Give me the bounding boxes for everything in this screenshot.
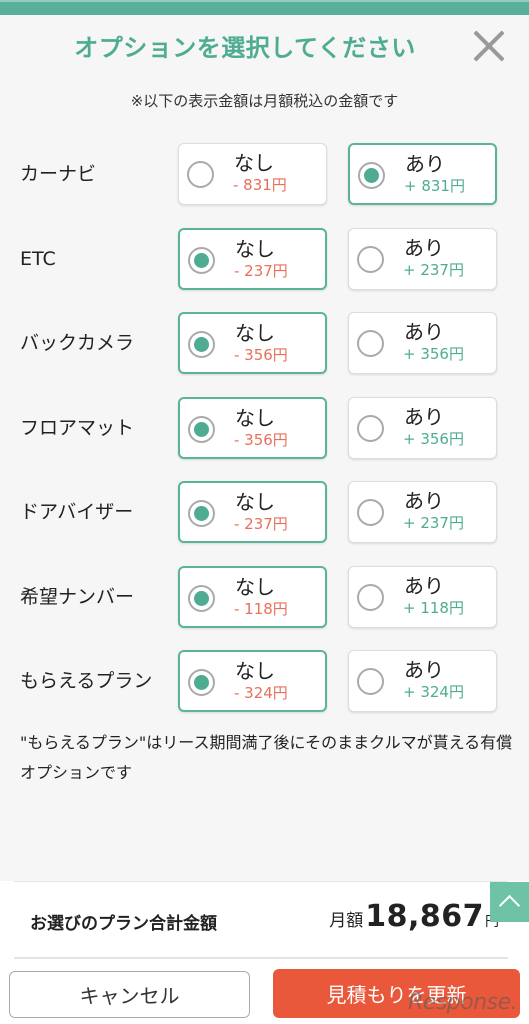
radio-unchecked-icon[interactable] bbox=[357, 246, 384, 273]
option-row: カーナビ なし - 831円 あり + 831円 bbox=[0, 143, 529, 205]
choice-price: + 324円 bbox=[403, 683, 464, 701]
choice-none[interactable]: なし - 237円 bbox=[178, 481, 327, 543]
radio-checked-icon[interactable] bbox=[188, 669, 215, 696]
choice-with[interactable]: あり + 831円 bbox=[348, 143, 497, 205]
choice-name: なし bbox=[235, 490, 275, 514]
option-row: ETC なし - 237円 あり + 237円 bbox=[0, 228, 529, 290]
option-label: フロアマット bbox=[20, 417, 135, 439]
radio-checked-icon[interactable] bbox=[188, 585, 215, 612]
option-label: バックカメラ bbox=[20, 332, 135, 354]
option-row: ドアバイザー なし - 237円 あり + 237円 bbox=[0, 481, 529, 543]
choice-none[interactable]: なし - 831円 bbox=[178, 143, 327, 205]
chevron-up-icon[interactable] bbox=[490, 882, 529, 922]
choice-none[interactable]: なし - 356円 bbox=[178, 397, 327, 459]
option-label: 希望ナンバー bbox=[20, 586, 135, 608]
footnote: "もらえるプラン"はリース期間満了後にそのままクルマが貰える有償オプションです bbox=[20, 733, 513, 782]
top-bar bbox=[0, 0, 529, 15]
choice-name: あり bbox=[405, 152, 445, 176]
choice-with[interactable]: あり + 118円 bbox=[348, 566, 497, 628]
choice-with[interactable]: あり + 237円 bbox=[348, 228, 497, 290]
choice-name: なし bbox=[235, 659, 275, 683]
radio-checked-icon[interactable] bbox=[188, 416, 215, 443]
choice-price: - 356円 bbox=[234, 346, 288, 364]
choice-price: - 356円 bbox=[234, 431, 288, 449]
choice-name: なし bbox=[235, 575, 275, 599]
choice-price: - 237円 bbox=[234, 515, 288, 533]
choice-price: - 237円 bbox=[234, 262, 288, 280]
radio-unchecked-icon[interactable] bbox=[357, 584, 384, 611]
option-row: 希望ナンバー なし - 118円 あり + 118円 bbox=[0, 566, 529, 628]
choice-name: あり bbox=[404, 236, 444, 260]
radio-checked-icon[interactable] bbox=[188, 331, 215, 358]
total-value: 月額 18,867 円 bbox=[329, 899, 499, 934]
cancel-button[interactable]: キャンセル bbox=[9, 971, 250, 1018]
choice-none[interactable]: なし - 356円 bbox=[178, 312, 327, 374]
total-amount: 18,867 bbox=[365, 899, 484, 934]
choice-price: + 356円 bbox=[403, 345, 464, 363]
choice-price: + 118円 bbox=[403, 599, 464, 617]
choice-with[interactable]: あり + 324円 bbox=[348, 650, 497, 712]
choice-none[interactable]: なし - 324円 bbox=[178, 650, 327, 712]
radio-checked-icon[interactable] bbox=[188, 247, 215, 274]
price-note: ※以下の表示金額は月額税込の金額です bbox=[130, 92, 399, 110]
option-row: フロアマット なし - 356円 あり + 356円 bbox=[0, 397, 529, 459]
choice-name: あり bbox=[404, 489, 444, 513]
choice-name: なし bbox=[235, 237, 275, 261]
choice-price: - 324円 bbox=[234, 684, 288, 702]
option-label: ETC bbox=[20, 248, 56, 270]
radio-checked-icon[interactable] bbox=[188, 500, 215, 527]
option-label: ドアバイザー bbox=[20, 501, 134, 523]
radio-unchecked-icon[interactable] bbox=[357, 330, 384, 357]
choice-name: なし bbox=[235, 321, 275, 345]
choice-none[interactable]: なし - 237円 bbox=[178, 228, 327, 290]
choice-name: あり bbox=[404, 658, 444, 682]
option-row: バックカメラ なし - 356円 あり + 356円 bbox=[0, 312, 529, 374]
choice-price: - 118円 bbox=[234, 600, 288, 618]
choice-price: + 237円 bbox=[403, 261, 464, 279]
choice-price: + 356円 bbox=[403, 430, 464, 448]
option-row: もらえるプラン なし - 324円 あり + 324円 bbox=[0, 650, 529, 712]
watermark-logo: Response. bbox=[408, 990, 518, 1015]
choice-name: あり bbox=[404, 320, 444, 344]
choice-with[interactable]: あり + 237円 bbox=[348, 481, 497, 543]
radio-unchecked-icon[interactable] bbox=[357, 415, 384, 442]
option-label: カーナビ bbox=[20, 163, 97, 185]
choice-name: あり bbox=[404, 574, 444, 598]
total-label: お選びのプラン合計金額 bbox=[30, 914, 217, 934]
close-icon[interactable] bbox=[472, 30, 506, 62]
radio-unchecked-icon[interactable] bbox=[357, 499, 384, 526]
radio-unchecked-icon[interactable] bbox=[187, 161, 214, 188]
divider bbox=[14, 957, 508, 959]
choice-with[interactable]: あり + 356円 bbox=[348, 397, 497, 459]
total-prefix: 月額 bbox=[329, 911, 364, 931]
radio-unchecked-icon[interactable] bbox=[357, 668, 384, 695]
option-label: もらえるプラン bbox=[20, 670, 153, 692]
modal-title: オプションを選択してください bbox=[74, 34, 416, 62]
choice-with[interactable]: あり + 356円 bbox=[348, 312, 497, 374]
choice-price: - 831円 bbox=[233, 176, 287, 194]
choice-name: あり bbox=[404, 405, 444, 429]
choice-name: なし bbox=[234, 151, 274, 175]
choice-none[interactable]: なし - 118円 bbox=[178, 566, 327, 628]
choice-name: なし bbox=[235, 406, 275, 430]
choice-price: + 831円 bbox=[404, 177, 465, 195]
divider bbox=[14, 881, 508, 882]
choice-price: + 237円 bbox=[403, 514, 464, 532]
radio-checked-icon[interactable] bbox=[358, 162, 385, 189]
